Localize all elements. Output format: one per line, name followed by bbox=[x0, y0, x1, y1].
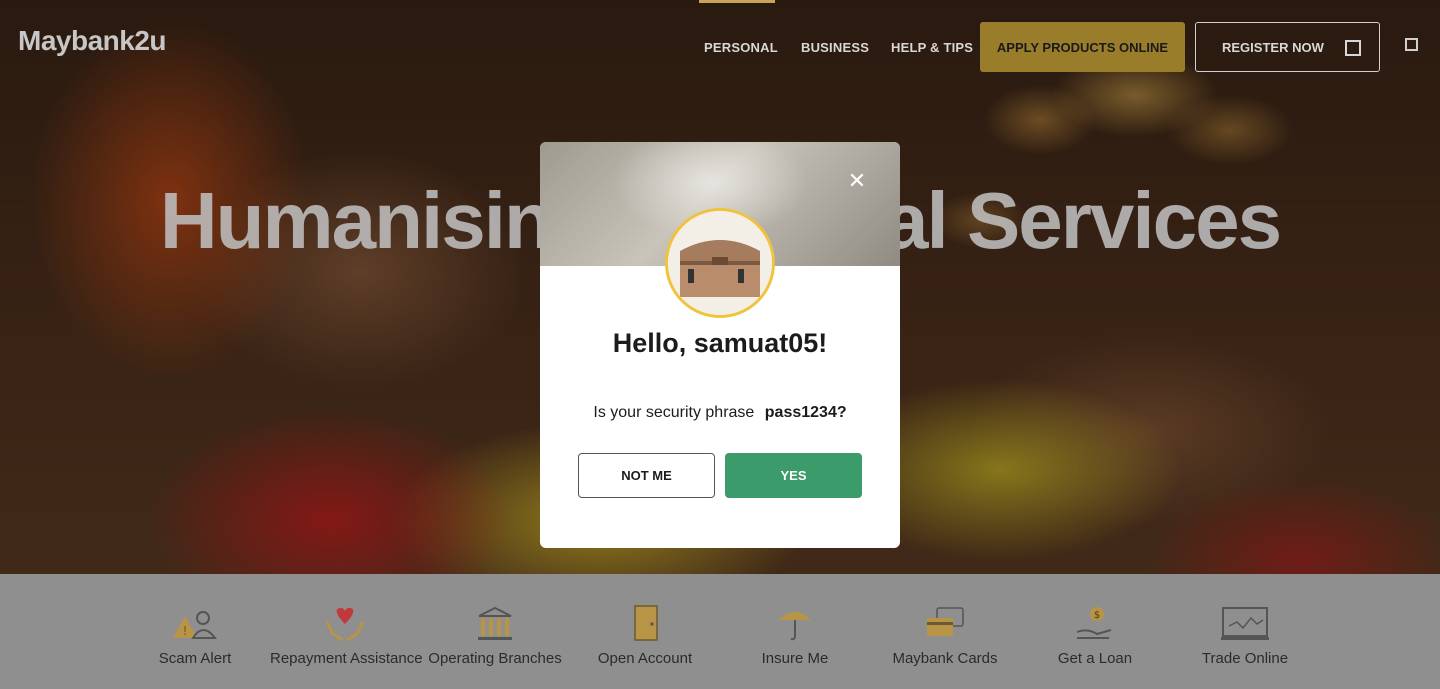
bank-building-icon bbox=[478, 606, 512, 640]
security-phrase-question: Is your security phrase pass1234? bbox=[540, 404, 900, 422]
menu-icon[interactable] bbox=[1405, 38, 1418, 51]
quick-link-operating-branches[interactable]: Operating Branches bbox=[420, 604, 570, 667]
quick-link-label: Insure Me bbox=[761, 650, 829, 667]
quick-link-label: Maybank Cards bbox=[892, 650, 998, 667]
quick-link-label: Get a Loan bbox=[1057, 650, 1133, 667]
loan-hand-icon: $ bbox=[1076, 607, 1112, 639]
quick-link-get-a-loan[interactable]: $ Get a Loan bbox=[1020, 604, 1170, 667]
nav-personal[interactable]: PERSONAL bbox=[704, 40, 778, 55]
yes-button[interactable]: YES bbox=[725, 453, 862, 498]
security-phrase-prompt: Is your security phrase bbox=[593, 404, 755, 421]
close-icon[interactable]: ✕ bbox=[840, 166, 874, 196]
maybank2u-logo[interactable]: Maybank2u bbox=[18, 25, 167, 57]
quick-link-label: Trade Online bbox=[1201, 650, 1289, 667]
quick-link-label: Repayment Assistance bbox=[270, 650, 423, 667]
not-me-button[interactable]: NOT ME bbox=[578, 453, 715, 498]
register-now-button[interactable]: REGISTER NOW bbox=[1195, 22, 1380, 72]
scam-alert-icon: ! bbox=[173, 611, 218, 639]
square-icon bbox=[1345, 40, 1361, 56]
nav-help-tips[interactable]: HELP & TIPS bbox=[891, 40, 973, 55]
nav-active-indicator bbox=[699, 0, 775, 3]
quick-links-bar: ! Scam Alert Repayment Assistance Operat… bbox=[0, 574, 1440, 689]
quick-link-maybank-cards[interactable]: Maybank Cards bbox=[870, 604, 1020, 667]
quick-link-label: Operating Branches bbox=[428, 650, 562, 667]
svg-text:!: ! bbox=[183, 624, 188, 638]
register-now-label: REGISTER NOW bbox=[1222, 39, 1324, 55]
quick-link-label: Open Account bbox=[597, 650, 693, 667]
quick-link-repayment-assistance[interactable]: Repayment Assistance bbox=[270, 604, 423, 667]
quick-link-scam-alert[interactable]: ! Scam Alert bbox=[120, 604, 270, 667]
svg-text:$: $ bbox=[1094, 610, 1100, 621]
quick-link-open-account[interactable]: Open Account bbox=[570, 604, 720, 667]
security-phrase-value: pass1234? bbox=[764, 404, 847, 421]
repayment-heart-icon bbox=[325, 608, 365, 642]
door-icon bbox=[634, 605, 658, 641]
greeting-text: Hello, samuat05! bbox=[612, 328, 828, 358]
treasure-box-icon bbox=[668, 211, 772, 315]
security-phrase-modal: ✕ Hello, samuat05! Is your security phra… bbox=[540, 142, 900, 548]
quick-link-label: Scam Alert bbox=[158, 650, 232, 667]
quick-link-insure-me[interactable]: Insure Me bbox=[720, 604, 870, 667]
umbrella-icon bbox=[779, 612, 811, 641]
apply-products-online-button[interactable]: APPLY PRODUCTS ONLINE bbox=[980, 22, 1185, 72]
cards-icon bbox=[927, 607, 964, 636]
nav-business[interactable]: BUSINESS bbox=[801, 40, 869, 55]
quick-link-trade-online[interactable]: Trade Online bbox=[1170, 604, 1320, 667]
treasure-box-image bbox=[665, 208, 775, 318]
trade-chart-icon bbox=[1221, 607, 1269, 640]
